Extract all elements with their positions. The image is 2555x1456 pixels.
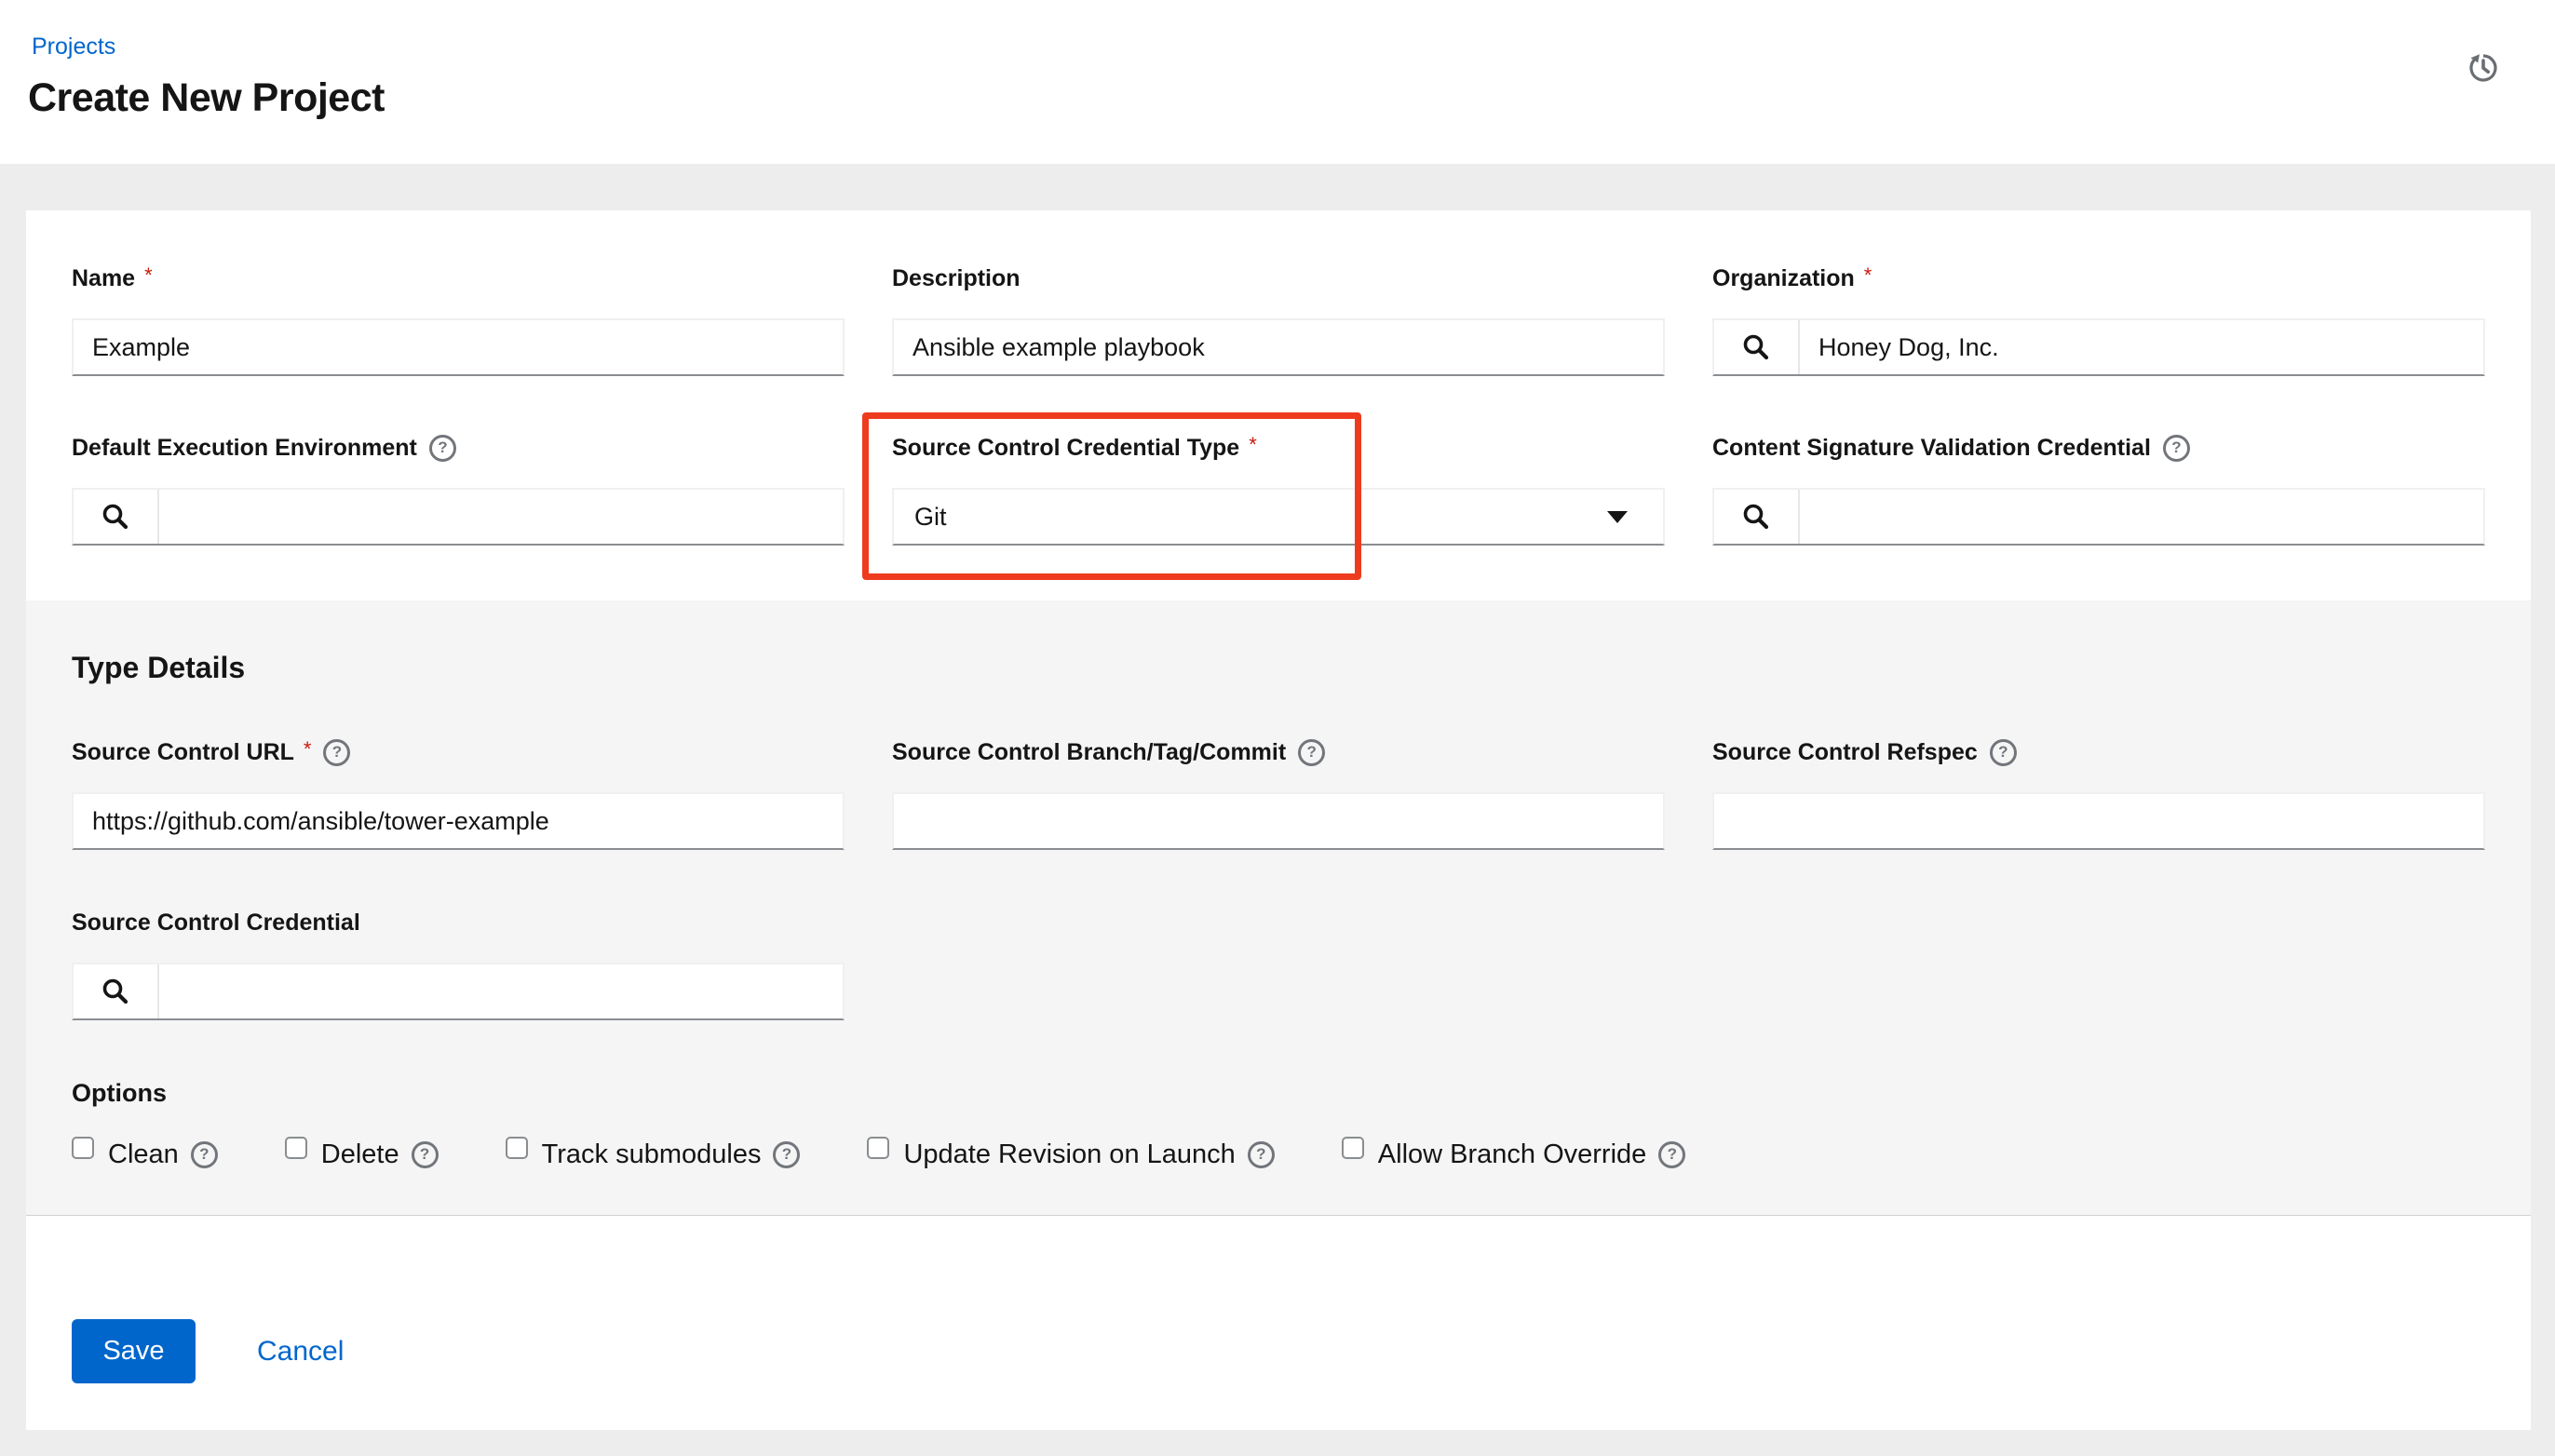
form-card: Name * Description Organization *: [26, 210, 2531, 1430]
field-scm-branch: Source Control Branch/Tag/Commit ?: [892, 738, 1665, 850]
field-scm-credential: Source Control Credential: [72, 909, 845, 1020]
search-icon: [102, 978, 128, 1004]
scm-credential-lookup-button[interactable]: [74, 964, 159, 1018]
description-label: Description: [892, 264, 1021, 291]
organization-label: Organization *: [1712, 263, 1872, 291]
default-execution-environment-input[interactable]: [159, 490, 843, 544]
organization-lookup-button[interactable]: [1714, 320, 1800, 374]
option-update-revision-on-launch: Update Revision on Launch ?: [867, 1137, 1275, 1171]
help-icon[interactable]: ?: [1658, 1140, 1686, 1168]
page-title: Create New Project: [28, 75, 385, 120]
track-submodules-checkbox[interactable]: [505, 1137, 528, 1159]
field-content-signature-credential: Content Signature Validation Credential …: [1712, 434, 2485, 546]
required-asterisk: *: [144, 263, 153, 287]
field-scm-refspec: Source Control Refspec ?: [1712, 738, 2485, 850]
scm-credential-label: Source Control Credential: [72, 909, 360, 936]
options-row: Clean ? Delete ? Track submodules ? Upda…: [72, 1137, 2485, 1171]
scm-credential-type-label: Source Control Credential Type *: [892, 433, 1257, 461]
help-icon[interactable]: ?: [773, 1140, 801, 1168]
default-execution-environment-lookup-button[interactable]: [74, 490, 159, 544]
update-revision-on-launch-checkbox[interactable]: [867, 1137, 890, 1159]
option-allow-branch-override: Allow Branch Override ?: [1341, 1137, 1686, 1171]
content-signature-credential-label: Content Signature Validation Credential …: [1712, 434, 2485, 462]
scm-url-input[interactable]: [72, 792, 845, 850]
field-description: Description: [892, 264, 1665, 376]
options-heading: Options: [72, 1079, 167, 1107]
page-header: Projects Create New Project: [0, 0, 2555, 164]
type-details-heading: Type Details: [72, 651, 246, 684]
organization-input[interactable]: [1800, 320, 2483, 374]
delete-checkbox[interactable]: [284, 1137, 307, 1159]
scm-credential-type-select[interactable]: Git: [892, 488, 1665, 546]
option-track-submodules: Track submodules ?: [505, 1137, 801, 1171]
help-icon[interactable]: ?: [428, 434, 456, 462]
clean-checkbox[interactable]: [72, 1137, 94, 1159]
help-icon[interactable]: ?: [1989, 738, 2017, 766]
search-icon: [1743, 504, 1769, 530]
scm-refspec-input[interactable]: [1712, 792, 2485, 850]
name-input[interactable]: [72, 318, 845, 376]
chevron-down-icon: [1607, 511, 1628, 523]
field-name: Name *: [72, 263, 845, 376]
help-icon[interactable]: ?: [1298, 738, 1326, 766]
content-signature-credential-input[interactable]: [1800, 490, 2483, 544]
allow-branch-override-checkbox[interactable]: [1341, 1137, 1364, 1159]
option-delete: Delete ?: [284, 1137, 439, 1171]
description-input[interactable]: [892, 318, 1665, 376]
form-section-main: Name * Description Organization *: [26, 210, 2531, 600]
scm-branch-input[interactable]: [892, 792, 1665, 850]
form-section-type-details: Type Details Source Control URL * ? Sour…: [26, 600, 2531, 1215]
field-organization: Organization *: [1712, 263, 2485, 376]
help-icon[interactable]: ?: [190, 1140, 218, 1168]
page-content: Name * Description Organization *: [0, 164, 2555, 1452]
field-default-execution-environment: Default Execution Environment ?: [72, 434, 845, 546]
scm-credential-input[interactable]: [159, 964, 843, 1018]
scm-credential-type-value: Git: [914, 502, 947, 531]
scm-refspec-label: Source Control Refspec ?: [1712, 738, 2485, 766]
field-scm-url: Source Control URL * ?: [72, 737, 845, 850]
content-signature-credential-lookup-button[interactable]: [1714, 490, 1800, 544]
cancel-button[interactable]: Cancel: [257, 1336, 344, 1368]
help-icon[interactable]: ?: [323, 738, 351, 766]
history-icon: [2469, 54, 2497, 82]
required-asterisk: *: [1249, 433, 1257, 456]
required-asterisk: *: [303, 737, 312, 761]
form-actions: Save Cancel: [26, 1215, 2531, 1430]
save-button[interactable]: Save: [72, 1319, 196, 1383]
scm-url-label: Source Control URL * ?: [72, 737, 845, 766]
option-clean: Clean ?: [72, 1137, 218, 1171]
default-execution-environment-label: Default Execution Environment ?: [72, 434, 845, 462]
name-label: Name *: [72, 263, 153, 291]
help-icon[interactable]: ?: [2162, 434, 2190, 462]
scm-branch-label: Source Control Branch/Tag/Commit ?: [892, 738, 1665, 766]
breadcrumb: Projects: [28, 34, 2505, 61]
help-icon[interactable]: ?: [1247, 1140, 1275, 1168]
help-icon[interactable]: ?: [411, 1140, 439, 1168]
history-button[interactable]: [2460, 43, 2507, 92]
required-asterisk: *: [1863, 263, 1872, 287]
field-scm-credential-type: Source Control Credential Type * Git: [862, 412, 1665, 580]
search-icon: [102, 504, 128, 530]
search-icon: [1743, 334, 1769, 360]
breadcrumb-projects-link[interactable]: Projects: [32, 34, 115, 60]
